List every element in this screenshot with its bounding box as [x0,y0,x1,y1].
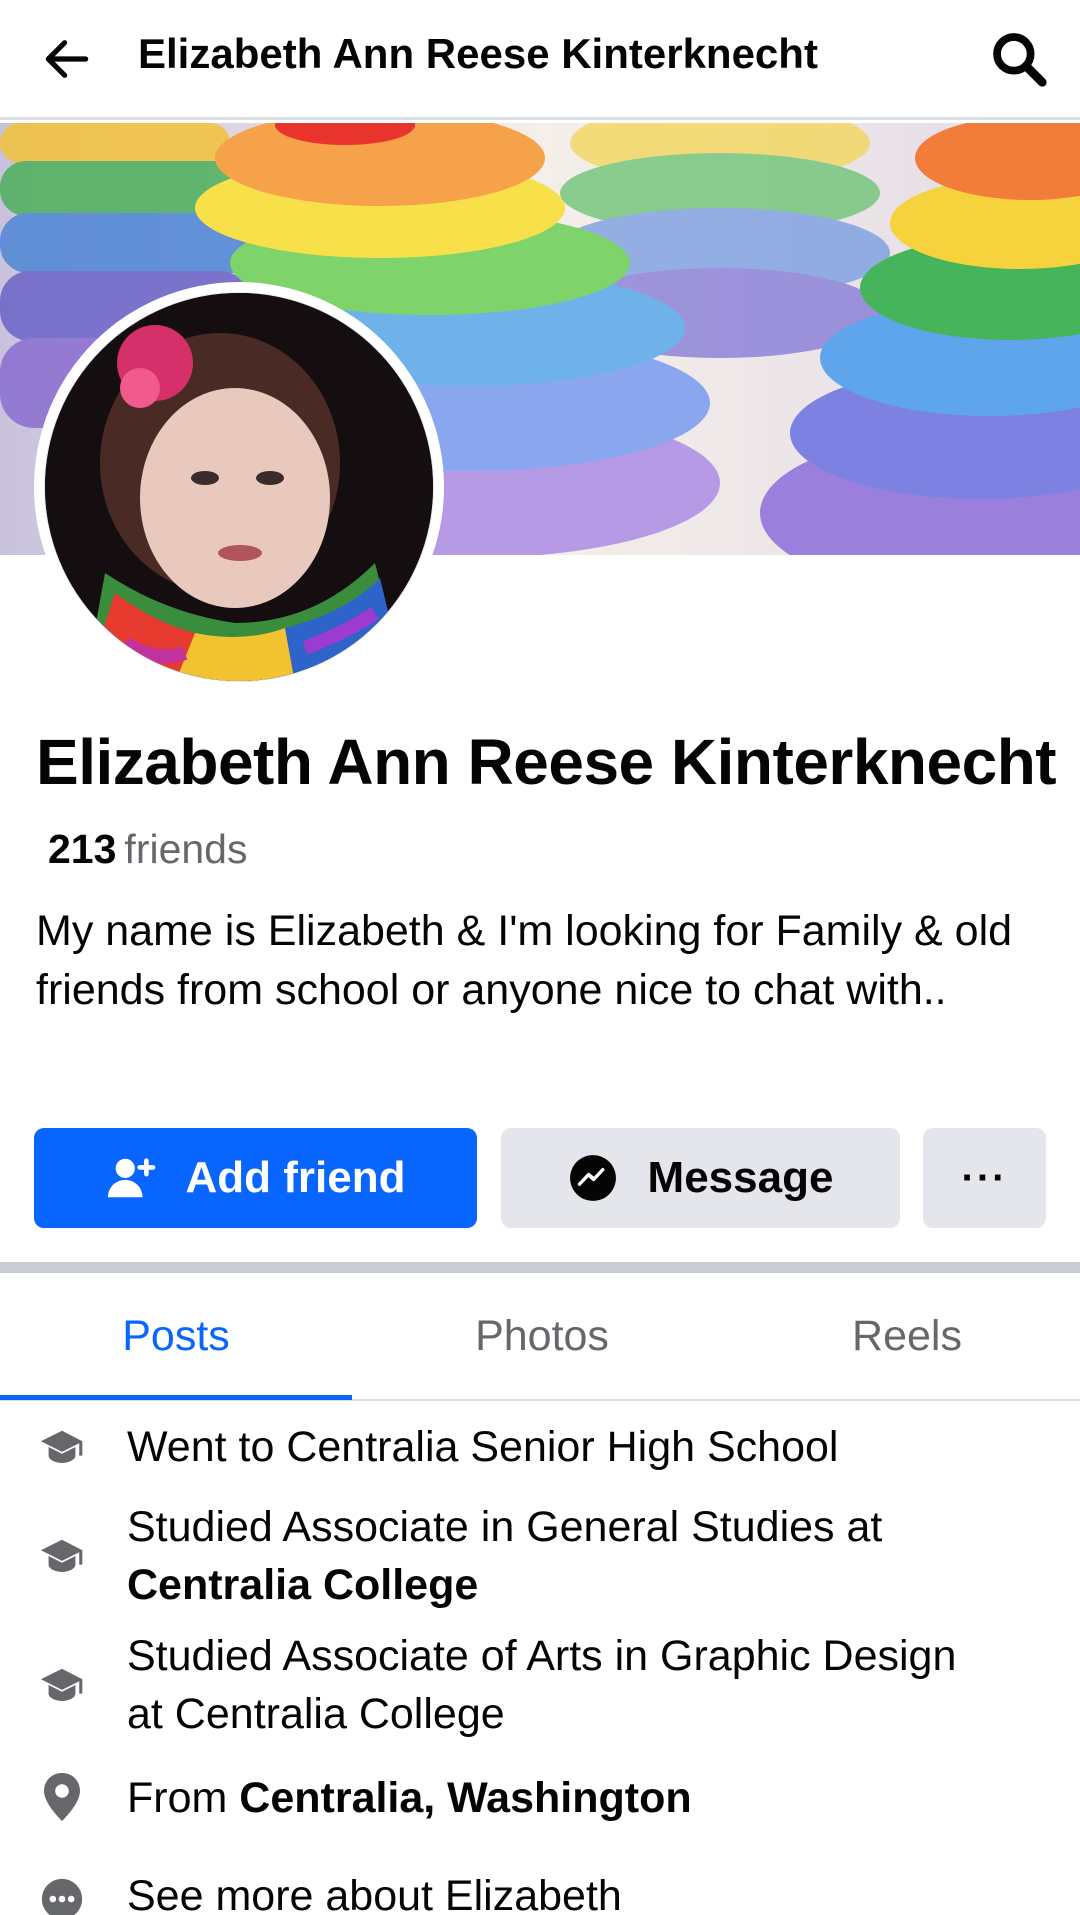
messenger-icon [568,1153,618,1203]
profile-name: Elizabeth Ann Reese Kinterknecht [36,726,1057,798]
message-button[interactable]: Message [501,1128,900,1228]
profile-picture[interactable] [34,282,444,692]
intro-text-prefix: From [127,1774,228,1822]
top-bar: Elizabeth Ann Reese Kinterknecht [0,0,1080,120]
ellipsis-circle-icon [38,1875,86,1915]
tab-posts[interactable]: Posts [0,1273,352,1399]
add-friend-button[interactable]: Add friend [34,1128,477,1228]
friends-count-number: 213 [48,826,117,872]
ellipsis-icon: ··· [961,1155,1008,1200]
avatar [44,292,434,682]
profile-bio: My name is Elizabeth & I'm looking for F… [36,907,1013,1014]
graduation-cap-icon [38,1533,86,1581]
active-tab-indicator [0,1395,352,1400]
intro-text: Studied Associate of Arts in Graphic Des… [127,1627,1047,1743]
tab-photos[interactable]: Photos [352,1273,732,1399]
back-button[interactable] [36,28,98,90]
friends-count[interactable]: 213 friends [48,826,247,873]
section-divider [0,1262,1080,1273]
college-link[interactable]: Centralia College [127,1556,1047,1614]
intro-text-line: Studied Associate in General Studies at [127,1503,883,1551]
hometown-link[interactable]: Centralia, Washington [239,1774,691,1822]
add-friend-label: Add friend [185,1153,406,1202]
more-options-button[interactable]: ··· [923,1128,1046,1228]
intro-text: Studied Associate in General Studies at … [127,1498,1047,1614]
graduation-cap-icon [38,1424,86,1472]
intro-text-line: at Centralia College [127,1690,505,1738]
profile-page: Elizabeth Ann Reese Kinterknecht Elizabe… [0,0,1080,1915]
intro-text: See more about Elizabeth [127,1872,622,1915]
search-button[interactable] [986,26,1052,92]
tab-reels[interactable]: Reels [732,1273,1080,1399]
person-plus-icon [106,1154,156,1202]
map-pin-icon [38,1773,86,1821]
friends-count-label: friends [124,826,248,872]
arrow-left-icon [45,40,89,78]
intro-text: Went to Centralia Senior High School [127,1423,839,1471]
profile-tabs: Posts Photos Reels [0,1273,1080,1401]
message-label: Message [647,1153,834,1202]
search-icon [993,33,1047,87]
intro-text-line: Studied Associate of Arts in Graphic Des… [127,1632,957,1680]
header-title: Elizabeth Ann Reese Kinterknecht [138,30,818,77]
intro-text: From Centralia, Washington [127,1769,1047,1827]
graduation-cap-icon [38,1662,86,1710]
